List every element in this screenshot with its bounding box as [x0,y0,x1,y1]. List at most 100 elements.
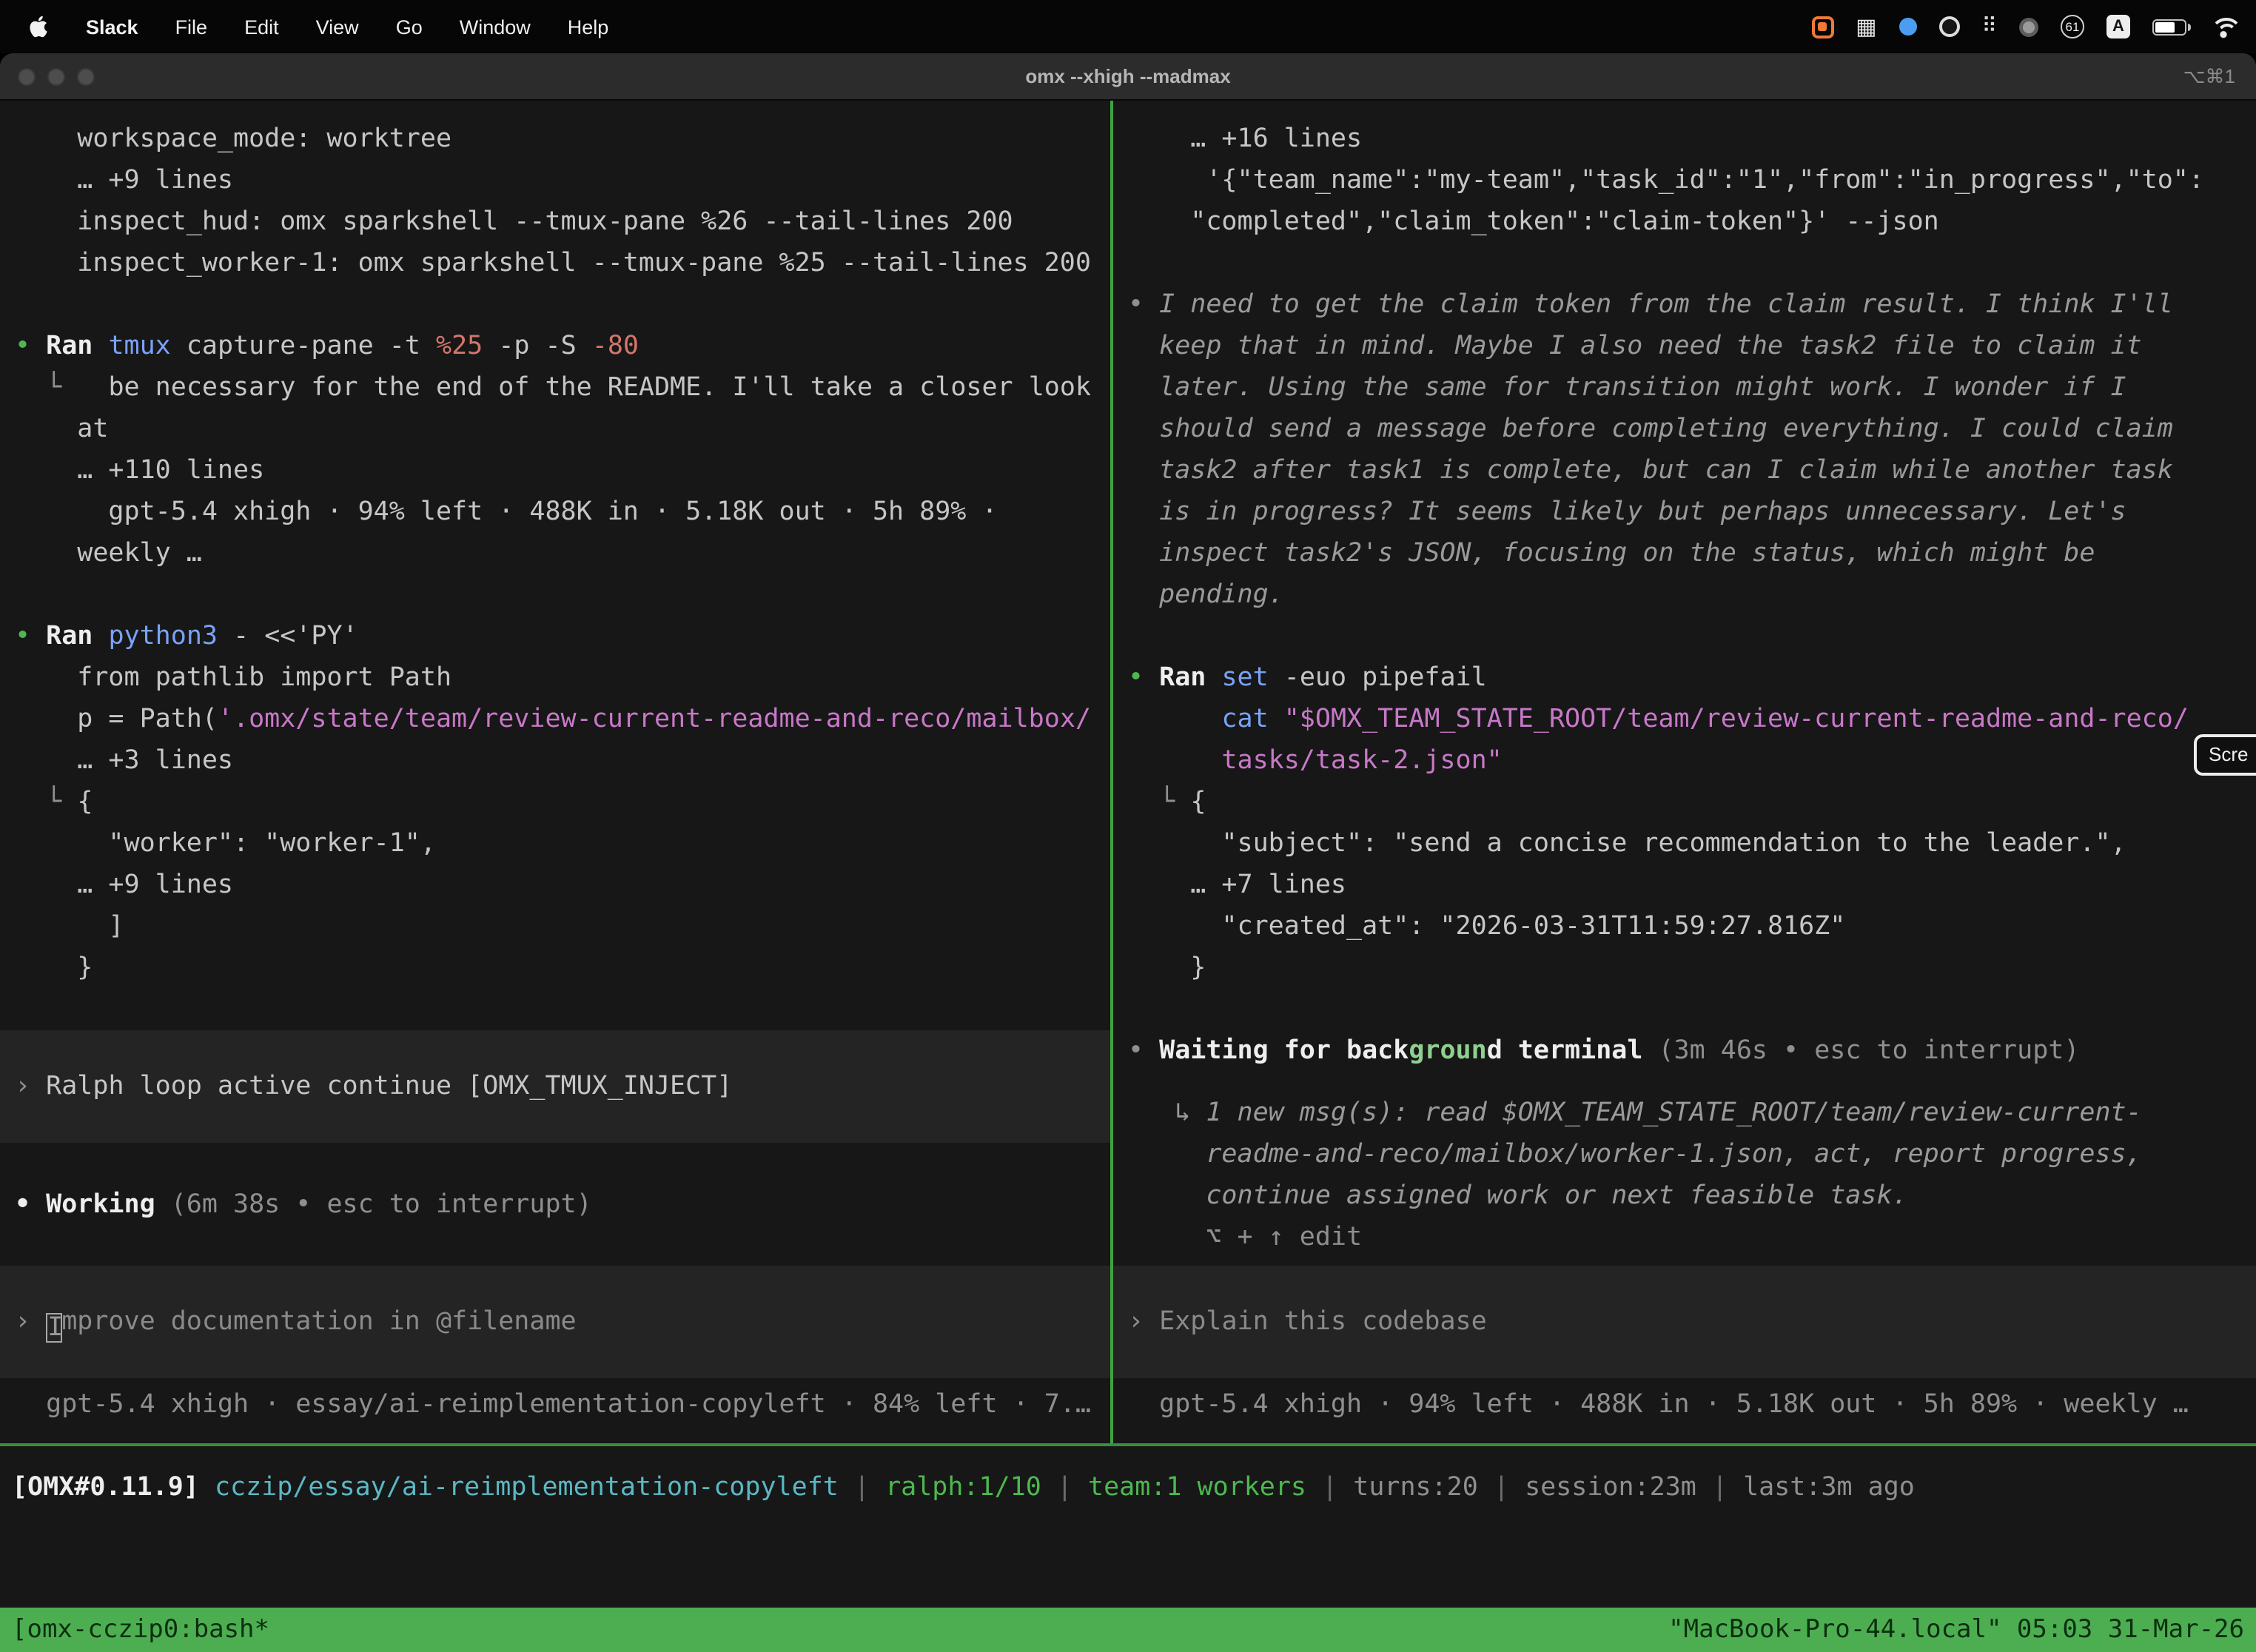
menu-items: Slack File Edit View Go Window Help [30,15,608,38]
zoom-button[interactable] [77,67,95,85]
app-dim-icon[interactable] [2019,17,2038,36]
text-segment: keep that in mind. Maybe I also need the… [1128,332,2142,361]
terminal-pane-right[interactable]: … +16 lines '{"team_name":"my-team","tas… [1113,101,2256,1443]
text-segment: } [1128,953,1206,983]
window-titlebar[interactable]: omx --xhigh --madmax ⌥⌘1 [0,53,2256,101]
text-segment: Explain this codebase [1159,1307,1487,1337]
terminal-line: … +7 lines [1113,864,2256,906]
blank-line [0,284,1110,326]
prompt-input-left[interactable]: › Improve documentation in @filename [0,1266,1110,1378]
terminal-line: } [0,947,1110,989]
apple-menu-icon[interactable] [30,15,49,38]
text-segment: "worker": "worker-1", [15,829,436,859]
input-source-icon[interactable]: A [2106,15,2130,38]
blank-line [0,574,1110,616]
terminal-line: continue assigned work or next feasible … [1113,1175,2256,1217]
text-segment: › [15,1072,46,1101]
pane-status-line: gpt-5.4 xhigh · 94% left · 488K in · 5.1… [1113,1384,2256,1426]
text-segment: last:3m ago [1743,1473,1915,1502]
text-segment: ⌥ + ↑ edit [1128,1223,1362,1252]
omx-hud-pane[interactable]: [OMX#0.11.9] cczip/essay/ai-reimplementa… [0,1446,2256,1608]
terminal-line: └ { [0,782,1110,823]
dots-grid-icon[interactable]: ⠿ [1981,15,1997,38]
text-segment: Waiting for back [1159,1036,1409,1066]
text-segment: I [46,1313,61,1343]
tmux-status-bar: [omx-cczip0:bash* "MacBook-Pro-44.local"… [0,1608,2256,1652]
text-segment: … +3 lines [15,746,233,776]
terminal-line: cat "$OMX_TEAM_STATE_ROOT/team/review-cu… [1113,699,2256,740]
battery-icon[interactable] [2152,19,2186,35]
terminal-pane-left[interactable]: workspace_mode: worktree … +9 lines insp… [0,101,1110,1443]
text-segment: … +9 lines [15,166,233,195]
screenshot-preview[interactable]: Scre [2194,734,2256,776]
tmux-host-clock: "MacBook-Pro-44.local" 05:03 31-Mar-26 [1668,1615,2244,1645]
terminal-line: "worker": "worker-1", [0,823,1110,864]
text-segment: workspace_mode: worktree [15,124,451,154]
text-segment: be necessary for the end of the README. … [61,373,1091,403]
menu-item-go[interactable]: Go [396,16,423,38]
blank-line [0,1143,1110,1184]
text-segment: … +9 lines [15,870,233,900]
terminal-line: • I need to get the claim token from the… [1113,284,2256,326]
text-segment: tasks/task-2.json" [1128,746,1503,776]
menu-item-view[interactable]: View [316,16,359,38]
text-segment: is in progress? It seems likely but perh… [1128,497,2126,527]
text-segment: gpt-5.4 xhigh · 94% left · 488K in · 5.1… [1128,1390,2189,1420]
text-segment: should send a message before completing … [1128,414,2173,444]
text-segment: | [1306,1473,1353,1502]
text-segment: • [15,332,46,361]
badge-61-icon-label: 61 [2066,19,2080,34]
grid-icon[interactable]: ▦ [1856,13,1876,40]
text-segment: • [1128,663,1159,693]
text-segment: (3m 46s • esc to interrupt) [1642,1036,2079,1066]
terminal-line: … +9 lines [0,864,1110,906]
desktop-screen: Slack File Edit View Go Window Help ▦ ⠿ 61 A omx … [0,0,2256,1652]
text-segment: … +16 lines [1128,124,1362,154]
menu-bar: Slack File Edit View Go Window Help ▦ ⠿ 61 A [0,0,2256,53]
text-segment: capture-pane -t [171,332,436,361]
terminal-line: should send a message before completing … [1113,409,2256,450]
text-segment: set [1221,663,1268,693]
text-segment: - <<'PY' [218,622,358,651]
text-segment: { [1175,788,1206,817]
terminal-line: • Ran tmux capture-pane -t %25 -p -S -80 [0,326,1110,367]
terminal-line: … +16 lines [1113,118,2256,160]
badge-61-icon[interactable]: 61 [2061,15,2084,38]
menu-item-slack[interactable]: Slack [86,16,138,38]
water-drop-icon[interactable] [1899,18,1916,36]
text-segment: pending. [1128,580,1284,610]
menu-item-help[interactable]: Help [568,16,609,38]
screen-recording-icon[interactable] [1811,16,1833,38]
text-segment: readme-and-reco/mailbox/worker-1.json, a… [1128,1140,2142,1169]
text-segment: "completed","claim_token":"claim-token"}… [1128,207,1939,237]
text-segment: • [1128,1036,1159,1066]
text-segment: inspect_worker-1: omx sparkshell --tmux-… [15,249,1091,278]
pane-status-line: gpt-5.4 xhigh · essay/ai-reimplementatio… [0,1384,1110,1426]
wifi-icon[interactable] [2209,16,2238,38]
text-segment: at [15,414,108,444]
ralph-loop-banner[interactable]: › Ralph loop active continue [OMX_TMUX_I… [0,1030,1110,1143]
text-segment: Ralph loop active continue [OMX_TMUX_INJ… [46,1072,732,1101]
text-segment: [OMX#0.11.9] [12,1473,199,1502]
circle-app-icon[interactable] [1938,16,1959,37]
text-segment: … +110 lines [15,456,264,486]
menu-item-file[interactable]: File [175,16,208,38]
menu-item-edit[interactable]: Edit [244,16,279,38]
terminal-line: inspect_worker-1: omx sparkshell --tmux-… [0,243,1110,284]
terminal-line: at [0,409,1110,450]
text-segment: '.omx/state/team/review-current-readme-a… [218,705,1091,734]
text-segment: Ran [46,332,93,361]
text-segment: -p -S [483,332,592,361]
text-segment [93,622,108,651]
text-segment: "subject": "send a concise recommendatio… [1128,829,2126,859]
prompt-input-right[interactable]: › Explain this codebase [1113,1266,2256,1378]
terminal-line: ↳ 1 new msg(s): read $OMX_TEAM_STATE_ROO… [1113,1092,2256,1134]
text-segment [1206,663,1221,693]
text-segment: (6m 38s • esc to interrupt) [155,1190,592,1220]
menu-item-window[interactable]: Window [460,16,531,38]
terminal-line: • Working (6m 38s • esc to interrupt) [0,1184,1110,1226]
tmux-session-label[interactable]: [omx-cczip0:bash* [12,1615,269,1645]
text-segment: -euo pipefail [1269,663,1487,693]
minimize-button[interactable] [47,67,65,85]
close-button[interactable] [18,67,36,85]
